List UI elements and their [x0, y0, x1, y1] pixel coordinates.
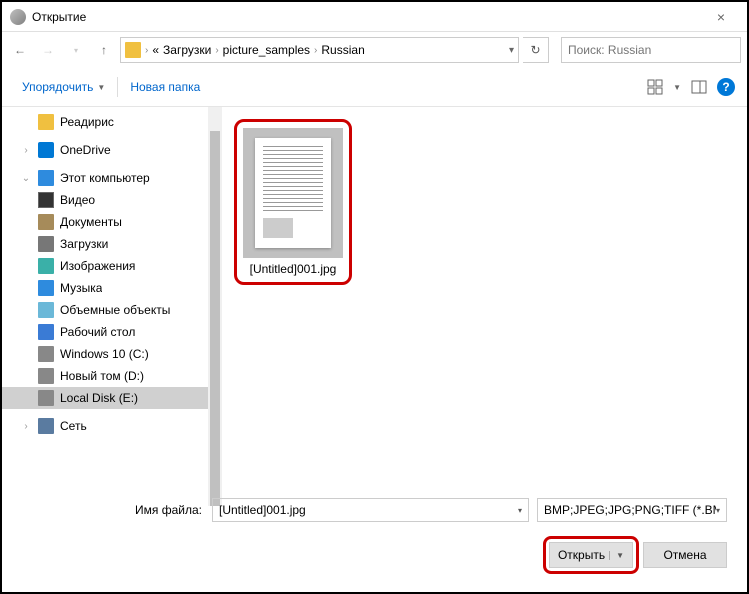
tree-item[interactable]: › Сеть: [2, 415, 222, 437]
tree-item[interactable]: Windows 10 (C:): [2, 343, 222, 365]
network-icon: [38, 418, 54, 434]
filename-input[interactable]: [Untitled]001.jpg ▾: [212, 498, 529, 522]
refresh-button[interactable]: ↻: [523, 37, 549, 63]
up-button[interactable]: ↑: [92, 38, 116, 62]
download-icon: [38, 236, 54, 252]
cancel-button[interactable]: Отмена: [643, 542, 727, 568]
organize-button[interactable]: Упорядочить ▼: [14, 76, 113, 98]
tree-item-label: Объемные объекты: [60, 303, 170, 317]
expand-icon[interactable]: ⌄: [20, 173, 32, 184]
chevron-down-icon: ▼: [609, 551, 624, 560]
file-pane[interactable]: [Untitled]001.jpg: [222, 107, 747, 506]
desktop-icon: [38, 324, 54, 340]
expand-icon[interactable]: ›: [20, 421, 32, 432]
close-button[interactable]: ×: [703, 9, 739, 25]
view-thumbnails-icon[interactable]: [645, 77, 665, 97]
tree-item-label: Local Disk (E:): [60, 391, 138, 405]
tree-item[interactable]: Local Disk (E:): [2, 387, 222, 409]
tree-item[interactable]: Музыка: [2, 277, 222, 299]
chevron-icon: ›: [145, 45, 148, 56]
3d-icon: [38, 302, 54, 318]
tree-item[interactable]: Новый том (D:): [2, 365, 222, 387]
chevron-icon: ›: [215, 45, 218, 56]
toolbar: Упорядочить ▼ Новая папка ▼ ?: [2, 68, 747, 106]
video-icon: [38, 192, 54, 208]
tree-item[interactable]: ⌄ Этот компьютер: [2, 167, 222, 189]
chevron-down-icon[interactable]: ▾: [518, 506, 522, 515]
open-button[interactable]: Открыть ▼: [549, 542, 633, 568]
chevron-down-icon: ▼: [97, 83, 105, 92]
tree-item-label: Windows 10 (C:): [60, 347, 149, 361]
search-input[interactable]: [561, 37, 741, 63]
tree-item-label: Рабочий стол: [60, 325, 135, 339]
tree-item[interactable]: Объемные объекты: [2, 299, 222, 321]
tree-item[interactable]: Загрузки: [2, 233, 222, 255]
navbar: ← → ▾ ↑ › « Загрузки › picture_samples ›…: [2, 32, 747, 68]
sidebar: Реадирис › OneDrive ⌄ Этот компьютер Видео Док…: [2, 107, 222, 506]
chevron-icon: ›: [314, 45, 317, 56]
main-area: Реадирис › OneDrive ⌄ Этот компьютер Видео Док…: [2, 106, 747, 506]
tree-item-label: Новый том (D:): [60, 369, 144, 383]
file-name-label[interactable]: [Untitled]001.jpg: [250, 262, 337, 276]
titlebar: Открытие ×: [2, 2, 747, 32]
filetype-select[interactable]: BMP;JPEG;JPG;PNG;TIFF (*.BMP ▾: [537, 498, 727, 522]
app-icon: [10, 9, 26, 25]
breadcrumb-crumb[interactable]: Загрузки: [163, 43, 211, 57]
new-folder-button[interactable]: Новая папка: [122, 76, 208, 98]
tree-item-label: Документы: [60, 215, 122, 229]
file-thumbnail: [255, 138, 331, 248]
tree-item-label: Видео: [60, 193, 95, 207]
filename-label: Имя файла:: [22, 503, 212, 517]
folder-icon: [125, 42, 141, 58]
tree-item[interactable]: Видео: [2, 189, 222, 211]
breadcrumb-dropdown[interactable]: ▾: [509, 45, 514, 56]
breadcrumb-crumb[interactable]: picture_samples: [223, 43, 310, 57]
tree-item[interactable]: Документы: [2, 211, 222, 233]
tree-item-label: OneDrive: [60, 143, 111, 157]
tree-item[interactable]: Рабочий стол: [2, 321, 222, 343]
scrollbar[interactable]: [208, 107, 222, 506]
onedrive-icon: [38, 142, 54, 158]
search-field[interactable]: [568, 43, 734, 57]
chevron-down-icon[interactable]: ▾: [716, 506, 720, 515]
window-title: Открытие: [32, 10, 703, 24]
tree-item-label: Загрузки: [60, 237, 108, 251]
disk-icon: [38, 390, 54, 406]
folder-icon: [38, 114, 54, 130]
back-button[interactable]: ←: [8, 38, 32, 62]
music-icon: [38, 280, 54, 296]
pc-icon: [38, 170, 54, 186]
divider: [117, 77, 118, 97]
preview-pane-icon[interactable]: [689, 77, 709, 97]
doc-icon: [38, 214, 54, 230]
disk-icon: [38, 368, 54, 384]
tree-item[interactable]: Изображения: [2, 255, 222, 277]
expand-icon[interactable]: ›: [20, 145, 32, 156]
tree-item-label: Изображения: [60, 259, 135, 273]
image-icon: [38, 258, 54, 274]
tree-item-label: Сеть: [60, 419, 87, 433]
footer: Имя файла: [Untitled]001.jpg ▾ BMP;JPEG;…: [2, 482, 747, 592]
highlight-annotation: [Untitled]001.jpg: [234, 119, 352, 285]
recent-dropdown[interactable]: ▾: [64, 38, 88, 62]
breadcrumb[interactable]: › « Загрузки › picture_samples › Russian…: [120, 37, 519, 63]
tree-item[interactable]: › OneDrive: [2, 139, 222, 161]
file-item[interactable]: [243, 128, 343, 258]
breadcrumb-crumb: «: [152, 43, 159, 57]
view-dropdown[interactable]: ▼: [673, 83, 681, 92]
disk-icon: [38, 346, 54, 362]
tree-item-label: Этот компьютер: [60, 171, 150, 185]
tree-item-label: Реадирис: [60, 115, 114, 129]
help-button[interactable]: ?: [717, 78, 735, 96]
tree-item-label: Музыка: [60, 281, 102, 295]
breadcrumb-crumb[interactable]: Russian: [321, 43, 364, 57]
tree-item[interactable]: Реадирис: [2, 111, 222, 133]
forward-button[interactable]: →: [36, 38, 60, 62]
